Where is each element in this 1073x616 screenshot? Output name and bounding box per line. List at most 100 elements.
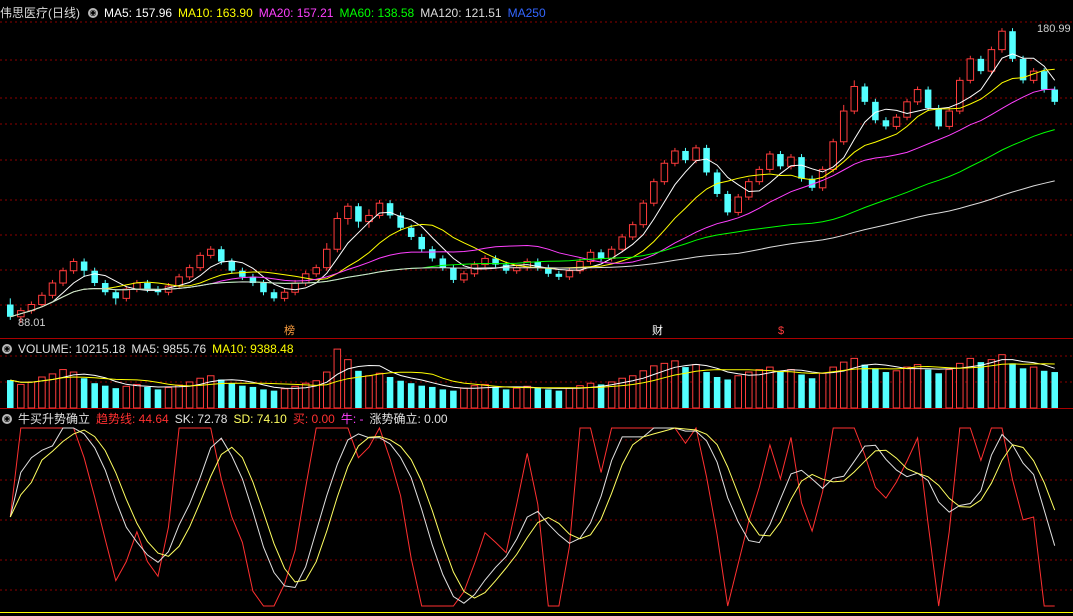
- candle-body-up: [185, 267, 194, 278]
- volume-bar-down: [439, 389, 447, 408]
- list-marker[interactable]: 榜: [284, 325, 295, 338]
- volume-bar-down: [7, 380, 14, 408]
- volume-bar-down: [1019, 368, 1027, 408]
- candle-body-down: [682, 150, 689, 161]
- candle-body-down: [239, 270, 246, 277]
- candle-body-down: [112, 292, 120, 299]
- indicator-title: 牛买升势确立: [18, 412, 91, 426]
- volume-bar-up: [576, 385, 584, 409]
- volume-bar-down: [418, 385, 425, 408]
- candle-body-up: [850, 85, 859, 112]
- volume-ma10: MA10: 9388.48: [212, 342, 294, 356]
- ma20-label: MA20: 157.21: [258, 6, 334, 20]
- ma-settings-button[interactable]: ◉: [88, 8, 98, 18]
- volume-bar-down: [713, 377, 721, 408]
- candle-body-down: [218, 249, 225, 262]
- candle-body-up: [565, 270, 574, 278]
- candle-body-up: [839, 110, 848, 143]
- volume-bar-down: [112, 388, 120, 408]
- sk-label: SK: 72.78: [174, 412, 228, 426]
- candle-body-down: [1051, 89, 1058, 102]
- volume-bar-down: [872, 368, 879, 408]
- candle-body-down: [597, 252, 605, 259]
- volume-bar-up: [59, 369, 67, 409]
- dividend-marker[interactable]: $: [778, 325, 784, 338]
- ma120-label: MA120: 121.51: [420, 6, 502, 20]
- volume-header: ◉ VOLUME: 10215.18 MA5: 9855.76 MA10: 93…: [0, 340, 300, 358]
- indicator-header: ◉ 牛买升势确立 趋势线: 44.64 SK: 72.78 SD: 74.10 …: [0, 410, 454, 428]
- candle-body-up: [312, 267, 320, 275]
- candle-body-down: [777, 154, 784, 167]
- volume-bar-up: [850, 357, 859, 409]
- volume-bar-up: [829, 366, 837, 409]
- volume-bar-down: [260, 389, 267, 408]
- volume-bar-up: [17, 383, 25, 409]
- candle-body-down: [935, 107, 942, 127]
- volume-bar-up: [460, 387, 468, 409]
- ma5-line: [10, 53, 1056, 318]
- candle-body-up: [956, 79, 964, 112]
- volume-bar-down: [407, 383, 415, 408]
- volume-bar-up: [27, 381, 36, 409]
- candle-body-up: [671, 150, 679, 164]
- volume-bar-down: [724, 379, 731, 408]
- candle-body-down: [882, 120, 890, 127]
- finance-marker[interactable]: 财: [652, 325, 663, 338]
- candle-body-up: [69, 261, 78, 272]
- candle-body-down: [101, 283, 109, 293]
- candle-body-up: [48, 282, 57, 296]
- candle-body-down: [270, 292, 278, 299]
- volume-bar-down: [228, 383, 236, 408]
- volume-bar-up: [280, 388, 289, 409]
- volume-bar-down: [924, 369, 932, 408]
- volume-bar-up: [987, 359, 996, 409]
- volume-bar-up: [122, 385, 131, 409]
- sd-line: [9, 427, 1056, 599]
- volume-bar-up: [512, 387, 521, 409]
- candle-body-up: [122, 288, 131, 299]
- candle-body-down: [228, 261, 236, 271]
- candle-body-up: [291, 282, 299, 293]
- volume-bar-up: [818, 372, 827, 409]
- candle-body-up: [59, 270, 67, 284]
- volume-bar-up: [164, 387, 173, 409]
- volume-bar-up: [196, 377, 204, 409]
- volume-bar-down: [777, 370, 784, 408]
- volume-bar-up: [913, 364, 922, 409]
- candle-body-up: [787, 156, 795, 167]
- candle-body-up: [734, 196, 742, 213]
- volume-bar-down: [80, 378, 88, 408]
- candle-body-down: [798, 157, 805, 179]
- volume-bar-down: [555, 390, 563, 408]
- volume-bar-up: [565, 387, 574, 409]
- volume-bar-up: [206, 375, 215, 409]
- volume-bar-up: [1029, 366, 1038, 409]
- candle-body-up: [618, 236, 626, 250]
- volume-bar-up: [787, 369, 795, 409]
- volume-bar-down: [492, 386, 499, 408]
- chart-canvas[interactable]: [0, 0, 1073, 616]
- volume-bar-up: [734, 375, 742, 409]
- candle-body-up: [987, 49, 996, 72]
- indicator-settings-button[interactable]: ◉: [2, 414, 12, 424]
- volume-ma5: MA5: 9855.76: [131, 342, 207, 356]
- volume-bar-up: [344, 359, 352, 409]
- volume-bar-up: [523, 385, 531, 409]
- volume-bar-down: [91, 383, 98, 408]
- candle-body-up: [280, 291, 289, 299]
- volume-settings-button[interactable]: ◉: [2, 344, 12, 354]
- volume-bar-down: [534, 387, 542, 408]
- candle-body-up: [745, 181, 753, 198]
- candle-body-up: [323, 248, 331, 269]
- candle-body-up: [903, 101, 911, 118]
- volume-bar-down: [545, 389, 552, 408]
- candle-body-up: [460, 273, 468, 281]
- stock-chart[interactable]: 伟思医疗(日线) ◉ MA5: 157.96 MA10: 163.90 MA20…: [0, 0, 1073, 616]
- volume-bar-down: [798, 374, 805, 408]
- candle-body-up: [660, 162, 669, 183]
- volume-bar-down: [239, 385, 246, 408]
- volume-bar-down: [450, 390, 457, 408]
- candle-body-up: [344, 205, 352, 220]
- candle-body-up: [206, 248, 215, 256]
- candle-body-down: [924, 89, 932, 108]
